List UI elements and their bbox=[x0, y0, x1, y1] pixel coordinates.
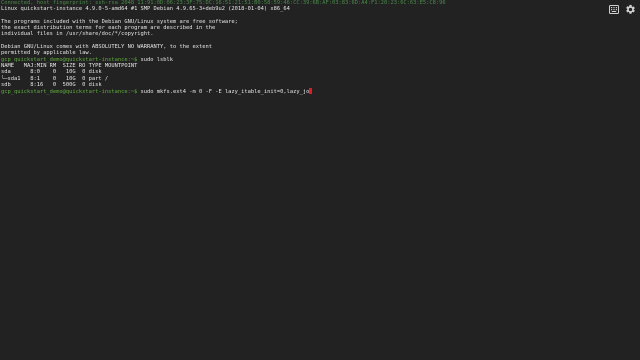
terminal-output[interactable]: Connected, host fingerprint: ssh-rsa 204… bbox=[1, 0, 601, 96]
shell-prompt: gcp_quickstart_demo@quickstart-instance:… bbox=[1, 56, 138, 63]
gear-icon bbox=[625, 4, 636, 15]
keyboard-button[interactable] bbox=[608, 3, 620, 15]
terminal-window[interactable]: Connected, host fingerprint: ssh-rsa 204… bbox=[0, 0, 640, 360]
text-cursor bbox=[309, 88, 313, 94]
command-line-mkfs[interactable]: gcp_quickstart_demo@quickstart-instance:… bbox=[1, 88, 601, 96]
keyboard-icon bbox=[609, 4, 619, 14]
command-input-text[interactable]: sudo mkfs.ext4 -m 0 -F -E lazy_itable_in… bbox=[137, 89, 310, 95]
shell-prompt: gcp_quickstart_demo@quickstart-instance:… bbox=[1, 89, 138, 96]
command-text: sudo lsblk bbox=[137, 56, 174, 63]
settings-button[interactable] bbox=[624, 3, 636, 15]
terminal-toolbar bbox=[608, 3, 636, 15]
